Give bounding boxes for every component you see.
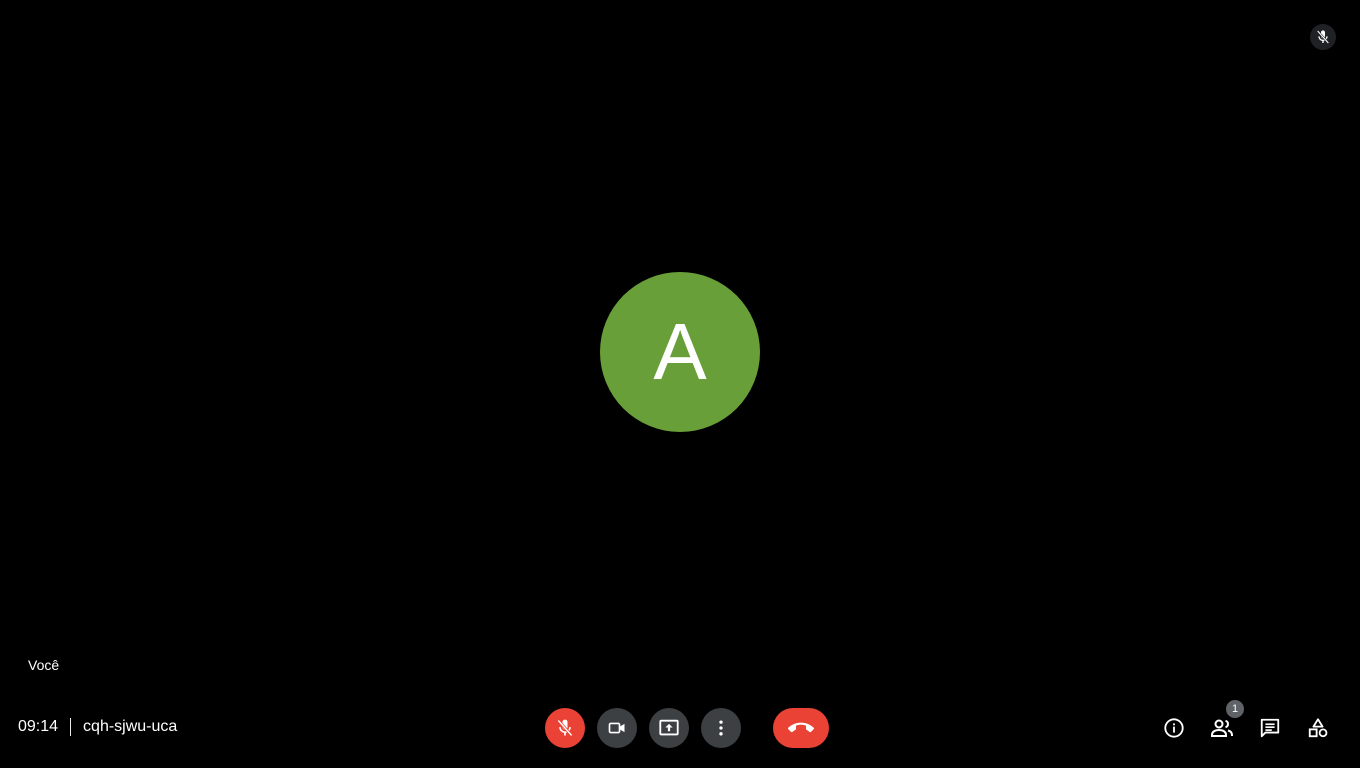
- videocam-icon: [607, 718, 627, 738]
- mic-toggle-button[interactable]: [545, 708, 585, 748]
- chat-icon: [1259, 717, 1281, 739]
- call-controls: [545, 708, 829, 748]
- present-screen-button[interactable]: [649, 708, 689, 748]
- meeting-divider: [70, 718, 72, 736]
- call-end-icon: [788, 715, 814, 741]
- side-panel-tools: 1: [1154, 700, 1338, 748]
- chat-button[interactable]: [1250, 708, 1290, 748]
- participant-avatar: A: [600, 272, 760, 432]
- meeting-details: 09:14 cqh-sjwu-uca: [18, 717, 177, 737]
- more-options-button[interactable]: [701, 708, 741, 748]
- mic-off-icon: [555, 718, 575, 738]
- meeting-info-button[interactable]: [1154, 708, 1194, 748]
- more-vert-icon: [711, 718, 731, 738]
- meeting-stage: A Você 09:14 cqh-sjwu-uca 1: [0, 0, 1360, 768]
- info-icon: [1163, 717, 1185, 739]
- people-icon: [1210, 716, 1234, 740]
- present-screen-icon: [658, 717, 680, 739]
- participant-mic-off-indicator: [1310, 24, 1336, 50]
- self-name-label: Você: [28, 657, 60, 673]
- meeting-time: 09:14: [18, 718, 59, 735]
- leave-call-button[interactable]: [773, 708, 829, 748]
- participant-count-badge: 1: [1226, 700, 1244, 718]
- activities-icon: [1307, 717, 1329, 739]
- avatar-initial: A: [653, 307, 707, 396]
- meeting-code: cqh-sjwu-uca: [83, 718, 178, 735]
- people-button[interactable]: 1: [1202, 700, 1244, 748]
- mic-off-icon: [1315, 29, 1331, 45]
- camera-toggle-button[interactable]: [597, 708, 637, 748]
- activities-button[interactable]: [1298, 708, 1338, 748]
